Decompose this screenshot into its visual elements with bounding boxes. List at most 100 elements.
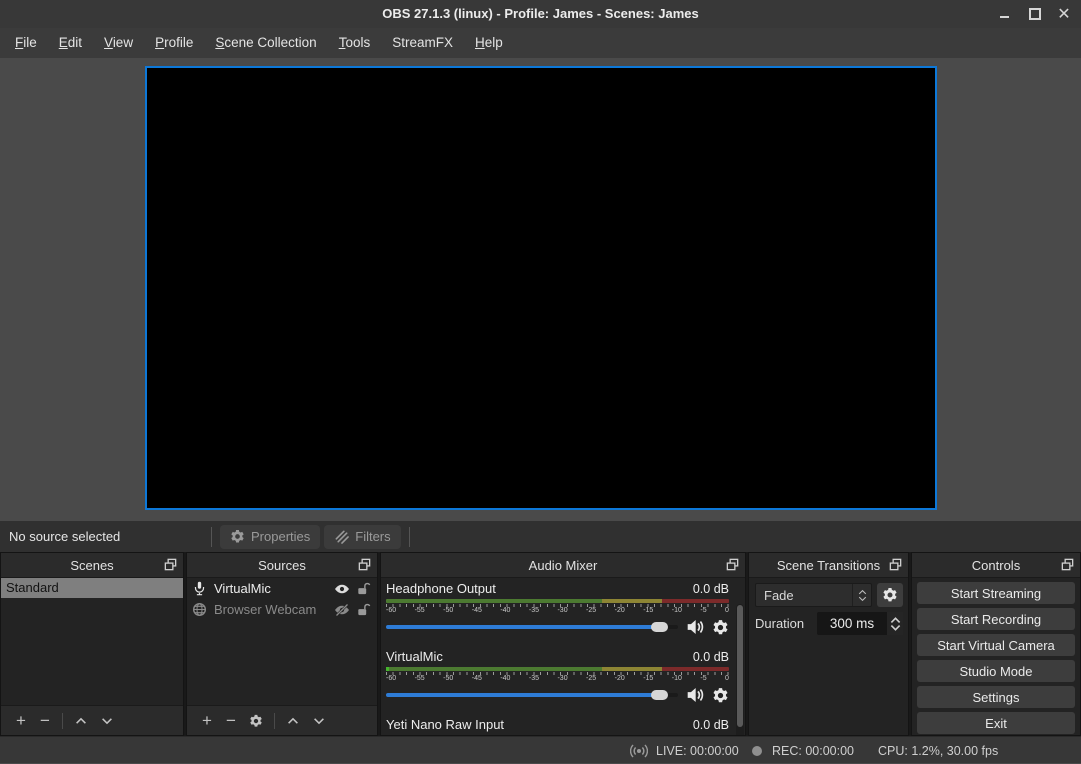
visibility-eye-slash-icon[interactable] (334, 602, 350, 618)
controls-panel-header: Controls (912, 553, 1080, 578)
meter-scale-label: -55 (415, 675, 425, 683)
close-button[interactable]: ✕ (1049, 0, 1079, 28)
menu-help[interactable]: Help (464, 28, 514, 58)
mixer-scrollbar[interactable] (736, 604, 744, 735)
main-area (0, 58, 1081, 521)
meter-scale-label: -30 (557, 675, 567, 683)
lock-open-icon[interactable] (357, 603, 371, 617)
popout-dock-icon[interactable] (357, 557, 372, 572)
slider-track-remainder (666, 625, 678, 629)
meter-scale-label: -60 (386, 675, 396, 683)
channel-settings-gear-icon[interactable] (712, 687, 729, 704)
meter-scale-label: -10 (672, 675, 682, 683)
meter-scale-label: -40 (500, 675, 510, 683)
controls-body: Start Streaming Start Recording Start Vi… (912, 578, 1080, 736)
toolbar-separator (211, 527, 212, 547)
source-list-item[interactable]: VirtualMic (187, 578, 377, 599)
meter-scale-label: -50 (443, 607, 453, 615)
transition-select[interactable]: Fade (755, 583, 872, 607)
spinbox-arrows[interactable] (887, 612, 903, 635)
source-properties-gear-icon[interactable] (249, 714, 263, 728)
exit-button[interactable]: Exit (917, 712, 1075, 734)
menu-scene-collection[interactable]: Scene Collection (204, 28, 327, 58)
studio-mode-button[interactable]: Studio Mode (917, 660, 1075, 682)
popout-dock-icon[interactable] (888, 557, 903, 572)
status-bar: LIVE: 00:00:00 REC: 00:00:00 CPU: 1.2%, … (0, 736, 1081, 763)
window-title: OBS 27.1.3 (linux) - Profile: James - Sc… (0, 0, 1081, 28)
meter-scale-label: -25 (586, 607, 596, 615)
start-virtual-camera-button[interactable]: Start Virtual Camera (917, 634, 1075, 656)
popout-dock-icon[interactable] (1060, 557, 1075, 572)
menu-profile[interactable]: Profile (144, 28, 204, 58)
slider-handle[interactable] (651, 622, 668, 632)
gear-icon (882, 587, 898, 603)
meter-scale-label: -5 (700, 675, 706, 683)
meter-scale-label: -30 (557, 607, 567, 615)
source-label: Browser Webcam (214, 602, 327, 617)
filters-label: Filters (355, 529, 390, 544)
channel-name: VirtualMic (386, 649, 443, 664)
audio-mixer-title: Audio Mixer (529, 558, 598, 573)
meter-scale-label: -35 (529, 675, 539, 683)
meter-scale-label: -45 (472, 675, 482, 683)
meter-scale-label: -15 (643, 675, 653, 683)
volume-slider[interactable] (386, 617, 678, 637)
combo-spinner[interactable] (852, 584, 871, 606)
menu-file[interactable]: File (4, 28, 48, 58)
properties-label: Properties (251, 529, 310, 544)
menu-bar: File Edit View Profile Scene Collection … (0, 28, 1081, 58)
close-icon: ✕ (1057, 4, 1070, 24)
source-list-item[interactable]: Browser Webcam (187, 599, 377, 620)
microphone-icon (192, 581, 207, 596)
maximize-icon (1029, 8, 1041, 20)
move-scene-down-button[interactable] (100, 714, 114, 728)
scene-list-item[interactable]: Standard (1, 578, 183, 598)
popout-dock-icon[interactable] (163, 557, 178, 572)
menu-streamfx[interactable]: StreamFX (381, 28, 464, 58)
meter-scale-label: -25 (586, 675, 596, 683)
meter-scale-label: 0 (725, 607, 729, 615)
settings-button[interactable]: Settings (917, 686, 1075, 708)
controls-panel: Controls Start Streaming Start Recording… (911, 552, 1081, 736)
duration-spinbox[interactable]: 300 ms (817, 612, 903, 635)
slider-handle[interactable] (651, 690, 668, 700)
menu-edit[interactable]: Edit (48, 28, 93, 58)
source-label: VirtualMic (214, 581, 327, 596)
minimize-button[interactable] (989, 0, 1019, 28)
popout-dock-icon[interactable] (725, 557, 740, 572)
volume-slider[interactable] (386, 685, 678, 705)
slider-track (386, 693, 666, 697)
remove-source-button[interactable]: − (219, 712, 243, 729)
transition-properties-button[interactable] (877, 583, 903, 607)
move-source-up-button[interactable] (286, 714, 300, 728)
slider-track (386, 625, 666, 629)
channel-name: Headphone Output (386, 581, 496, 596)
speaker-mute-icon[interactable] (686, 686, 704, 704)
sources-panel: Sources VirtualMic Browser Webcam + − (186, 552, 378, 736)
toolbar-separator (62, 713, 63, 729)
visibility-eye-icon[interactable] (334, 581, 350, 597)
meter-scale-label: -15 (643, 607, 653, 615)
sources-toolbar: + − (187, 705, 377, 735)
move-scene-up-button[interactable] (74, 714, 88, 728)
lock-open-icon[interactable] (357, 582, 371, 596)
add-scene-button[interactable]: + (9, 712, 33, 729)
menu-view[interactable]: View (93, 28, 144, 58)
channel-name: Yeti Nano Raw Input (386, 717, 504, 732)
menu-tools[interactable]: Tools (328, 28, 382, 58)
scrollbar-thumb[interactable] (737, 605, 743, 727)
start-streaming-button[interactable]: Start Streaming (917, 582, 1075, 604)
filters-button[interactable]: Filters (324, 525, 400, 549)
meter-scale-label: -50 (443, 675, 453, 683)
channel-settings-gear-icon[interactable] (712, 619, 729, 636)
preview-canvas[interactable] (145, 66, 937, 510)
duration-value: 300 ms (817, 616, 887, 631)
maximize-button[interactable] (1020, 0, 1050, 28)
add-source-button[interactable]: + (195, 712, 219, 729)
start-recording-button[interactable]: Start Recording (917, 608, 1075, 630)
properties-button[interactable]: Properties (220, 525, 320, 549)
move-source-down-button[interactable] (312, 714, 326, 728)
remove-scene-button[interactable]: − (33, 712, 57, 729)
audio-mixer-panel: Audio Mixer Headphone Output 0.0 dB -60-… (380, 552, 746, 736)
speaker-mute-icon[interactable] (686, 618, 704, 636)
